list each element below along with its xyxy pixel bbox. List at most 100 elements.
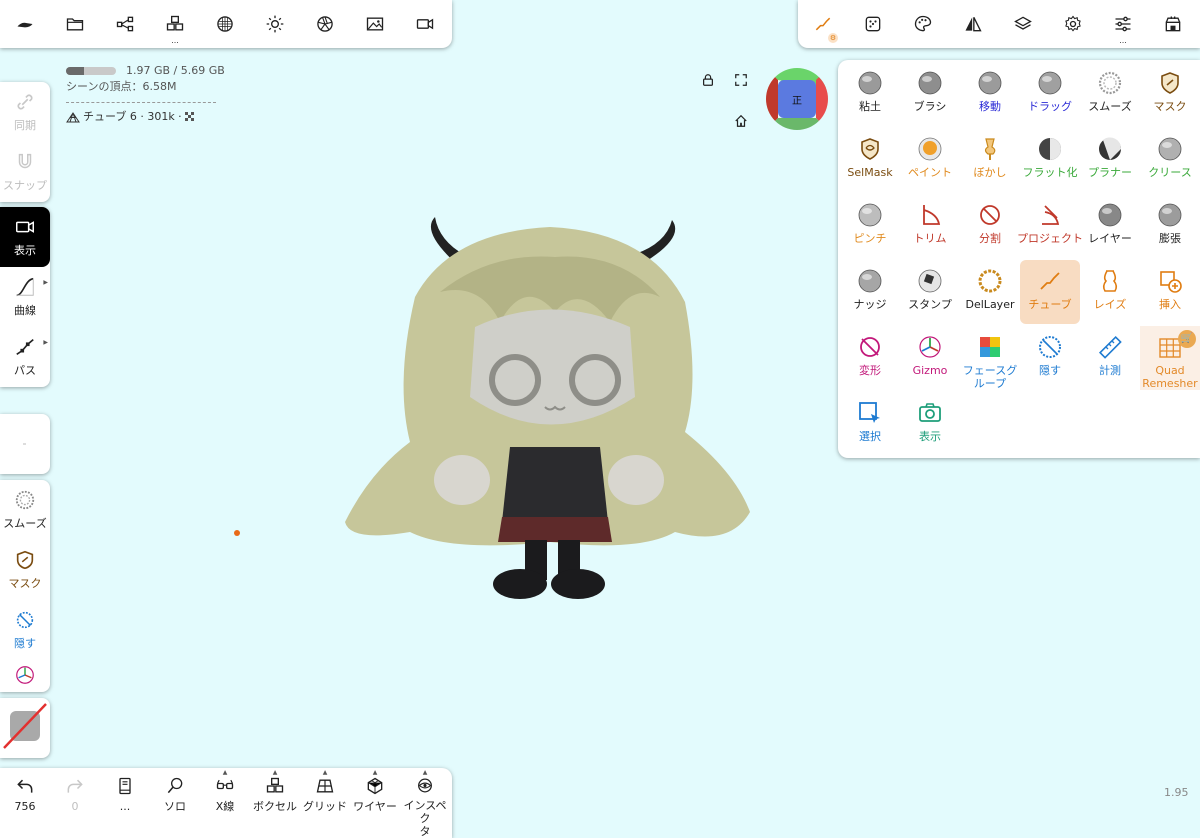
tool-insert[interactable]: 挿入 [1140, 260, 1200, 324]
tool-label: 膨張 [1159, 232, 1181, 245]
tool-facegroup[interactable]: フェースグ ループ [960, 326, 1020, 390]
light-icon[interactable] [250, 0, 300, 48]
symmetry-icon[interactable] [948, 0, 998, 48]
tool-layer[interactable]: レイヤー [1080, 194, 1140, 258]
tool-selmask[interactable]: SelMask [840, 128, 900, 192]
solo-button[interactable]: ソロ [150, 768, 200, 838]
camera-icon [16, 221, 34, 233]
smudge-icon [977, 136, 1003, 162]
tool-move[interactable]: 移動 [960, 62, 1020, 126]
link-icon [17, 94, 33, 110]
lock-icon[interactable] [698, 70, 718, 90]
mask-shortcut[interactable]: マスク [0, 540, 50, 600]
active-object[interactable]: チューブ 6 · 301k · [66, 109, 225, 125]
settings-gear-icon[interactable] [1048, 0, 1098, 48]
sculpt-menu-icon[interactable] [0, 0, 50, 48]
fullscreen-icon[interactable] [731, 70, 751, 90]
tool-select[interactable]: 選択 [840, 392, 900, 456]
tool-split[interactable]: 分割 [960, 194, 1020, 258]
display-tool[interactable]: 表示 [0, 207, 50, 267]
top-left-toolbar: ... [0, 0, 452, 48]
tool-hide[interactable]: 隠す [1020, 326, 1080, 390]
hide-shortcut[interactable]: 隠す [0, 600, 50, 660]
tool-label: レイヤー [1088, 232, 1132, 245]
tool-crease[interactable]: クリース [1140, 128, 1200, 192]
tool-lathe[interactable]: レイズ [1080, 260, 1140, 324]
tool-label: プロジェクト [1017, 232, 1083, 245]
tool-trim[interactable]: トリム [900, 194, 960, 258]
tool-measure[interactable]: 計測 [1080, 326, 1140, 390]
gizmo-shortcut[interactable] [0, 660, 50, 690]
expand-arrow-icon: ▶ [43, 339, 48, 346]
voxel-icon[interactable]: ... [150, 0, 200, 48]
dice-icon[interactable] [848, 0, 898, 48]
palette-icon[interactable] [898, 0, 948, 48]
xray-button[interactable]: ▲ X線 [200, 768, 250, 838]
dellayer-icon [977, 268, 1003, 294]
aperture-icon[interactable] [300, 0, 350, 48]
tool-dellayer[interactable]: DelLayer [960, 260, 1020, 324]
nav-cube-front-face[interactable]: 正 [778, 80, 816, 118]
sync-tool[interactable]: 同期 [0, 82, 50, 142]
tool-tube[interactable]: チューブ [1020, 260, 1080, 324]
smooth-icon [1097, 70, 1123, 96]
left-slider-panel[interactable] [0, 414, 50, 474]
slider-handle[interactable] [23, 443, 26, 445]
redo-button[interactable]: 0 [50, 768, 100, 838]
tool-label: フェースグ ループ [962, 364, 1018, 390]
home-icon[interactable] [731, 111, 751, 131]
tool-paint[interactable]: ペイント [900, 128, 960, 192]
caret-up-icon: ▲ [322, 769, 328, 776]
tool-show[interactable]: 表示 [900, 392, 960, 456]
tool-clay[interactable]: 粘土 [840, 62, 900, 126]
tool-quad-remesher[interactable]: Quad Remesher 🛒 [1140, 326, 1200, 390]
solo-label: ソロ [164, 800, 186, 813]
folder-icon[interactable] [50, 0, 100, 48]
active-object-label: チューブ 6 · 301k · [83, 110, 182, 123]
tool-drag[interactable]: ドラッグ [1020, 62, 1080, 126]
pivot-point[interactable] [234, 530, 240, 536]
path-tool[interactable]: ▶ パス [0, 327, 50, 387]
tool-label: 移動 [979, 100, 1001, 113]
tool-project[interactable]: プロジェクト [1017, 194, 1083, 258]
redo-count: 0 [71, 800, 79, 813]
layers-icon[interactable] [998, 0, 1048, 48]
smooth-shortcut[interactable]: スムーズ [0, 480, 50, 540]
body [502, 447, 608, 522]
tool-mask[interactable]: マスク [1140, 62, 1200, 126]
voxel-button[interactable]: ▲ ボクセル [250, 768, 300, 838]
tool-label: フラット化 [1022, 166, 1078, 179]
tool-smooth[interactable]: スムーズ [1080, 62, 1140, 126]
inspector-button[interactable]: ▲ インスペクタ [400, 768, 450, 838]
tool-planar[interactable]: プラナー [1080, 128, 1140, 192]
camera-icon[interactable] [400, 0, 450, 48]
tool-gizmo[interactable]: Gizmo [900, 326, 960, 390]
tool-transform[interactable]: 変形 [840, 326, 900, 390]
tool-inflate[interactable]: 膨張 [1140, 194, 1200, 258]
tool-stamp[interactable]: スタンプ [900, 260, 960, 324]
tool-smudge[interactable]: ぼかし [960, 128, 1020, 192]
tube-tool-icon[interactable]: ⚙ [798, 0, 848, 48]
wireframe-button[interactable]: ▲ ワイヤー [350, 768, 400, 838]
navigation-cube[interactable]: 正 [766, 68, 828, 130]
tool-brush[interactable]: ブラシ [900, 62, 960, 126]
tool-label: SelMask [847, 166, 893, 179]
scene-graph-icon[interactable] [100, 0, 150, 48]
curve-tool[interactable]: ▶ 曲線 [0, 267, 50, 327]
vertex-count: シーンの頂点：6.58M [66, 80, 177, 93]
hide-icon [1037, 334, 1063, 360]
tool-flatten[interactable]: フラット化 [1020, 128, 1080, 192]
grid-button[interactable]: ▲ グリッド [300, 768, 350, 838]
image-icon[interactable] [350, 0, 400, 48]
snap-tool[interactable]: スナップ [0, 142, 50, 202]
sliders-icon[interactable]: ... [1098, 0, 1148, 48]
shop-icon[interactable] [1148, 0, 1198, 48]
material-sphere-icon[interactable] [200, 0, 250, 48]
undo-button[interactable]: 756 [0, 768, 50, 838]
history-button[interactable]: ... [100, 768, 150, 838]
material-preview[interactable] [0, 698, 50, 758]
sculpt-model[interactable] [340, 212, 760, 604]
tool-pinch[interactable]: ピンチ [840, 194, 900, 258]
tool-nudge[interactable]: ナッジ [840, 260, 900, 324]
caret-up-icon: ▲ [422, 769, 428, 776]
